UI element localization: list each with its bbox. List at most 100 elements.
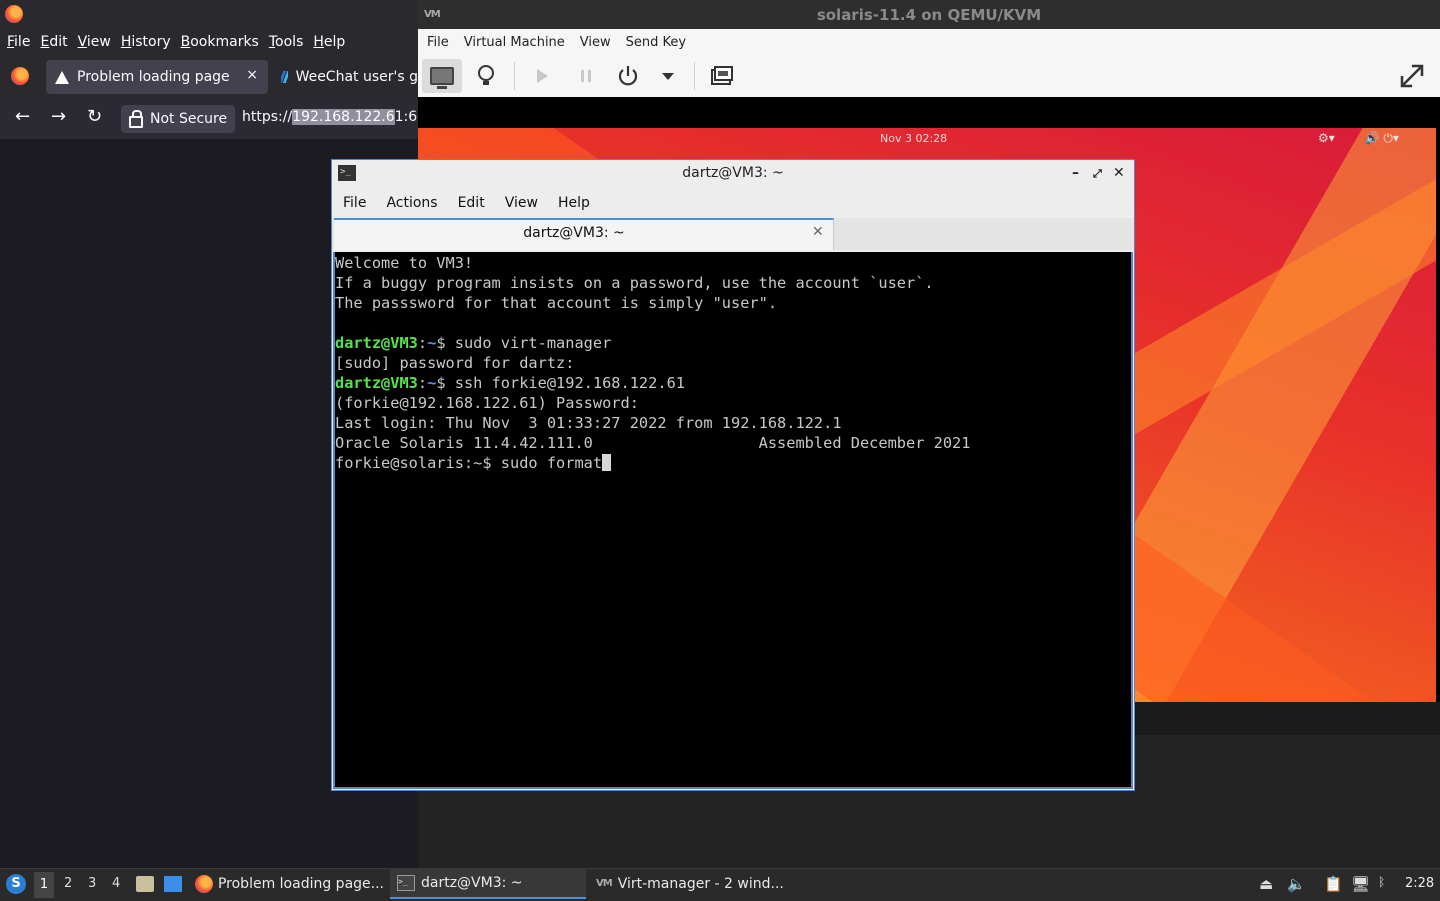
firefox-tab-problem-loading[interactable]: Problem loading page × [46,60,268,94]
vm-menu-file[interactable]: File [427,35,449,50]
tab-label: Problem loading page [77,69,230,85]
not-secure-label: Not Secure [150,111,228,127]
start-menu-icon[interactable]: S [6,874,26,894]
pause-icon [581,70,591,82]
task-firefox[interactable]: Problem loading page... [192,868,384,899]
vm-menu-view[interactable]: View [580,35,611,50]
tray-volume-icon[interactable]: 🔈 [1287,875,1306,893]
firefox-icon [195,874,213,893]
firefox-menubar: File Edit View History Bookmarks Tools H… [0,29,418,55]
terminal-line: Last login: Thu Nov 3 01:33:27 2022 from… [335,414,842,432]
terminal-menu-file[interactable]: File [343,195,366,211]
tray-clipboard-icon[interactable]: 📋 [1324,875,1343,893]
vm-menu-virtual-machine[interactable]: Virtual Machine [464,35,565,50]
prompt-separator: : [417,374,428,392]
guest-tray: ⚙▾ 🔊 ⏻▾ [1318,131,1399,146]
url-suffix: 1:6 [394,109,418,125]
terminal-command: $ ssh forkie@192.168.122.61 [436,374,685,392]
task-virt-manager[interactable]: VM Virt-manager - 2 wind... [592,868,792,899]
url-selected-text: 192.168.122.6 [292,109,395,125]
terminal-line: If a buggy program insists on a password… [335,274,934,292]
workspace-1[interactable]: 1 [34,872,54,898]
volume-icon[interactable]: 🔊 [1365,131,1380,145]
terminal-line: The passsword for that account is simply… [335,294,778,312]
back-button[interactable]: ← [15,106,30,127]
workspace-4[interactable]: 4 [112,876,120,891]
terminal-cursor [602,454,612,471]
terminal-tab-label: dartz@VM3: ~ [523,225,625,241]
terminal-menu-actions[interactable]: Actions [386,195,437,211]
tray-update-icon[interactable]: ⏏ [1259,875,1273,893]
maximize-button[interactable]: ⤢ [1093,167,1102,181]
power-icon[interactable]: ⏻▾ [1383,131,1399,145]
terminal-icon: >_ [397,874,415,891]
task-terminal[interactable]: >_ dartz@VM3: ~ [390,868,586,899]
virt-manager-title: solaris-11.4 on QEMU/KVM [816,6,1042,24]
guest-clock: Nov 3 02:28 [880,132,948,145]
virt-manager-icon: VM [596,878,613,889]
file-manager-icon[interactable] [136,876,154,892]
firefox-menu-tools[interactable]: Tools [268,34,305,50]
firefox-menu-edit[interactable]: Edit [39,34,68,50]
url-input[interactable]: https://192.168.122.61:6 [242,109,417,125]
accessibility-icon[interactable]: ⚙▾ [1318,131,1335,145]
close-button[interactable]: ✕ [1113,165,1125,181]
terminal-line: Welcome to VM3! [335,254,474,272]
fullscreen-icon [1400,64,1424,88]
prompt-separator: : [417,334,428,352]
toolbar-separator [694,62,695,90]
task-label: Problem loading page... [217,875,384,892]
terminal-menubar: File Actions Edit View Help [332,188,1134,218]
lock-icon [129,110,143,128]
workspace-2[interactable]: 2 [64,876,72,891]
prompt-user: dartz@VM3 [335,374,418,392]
tab-close-icon[interactable]: × [246,67,258,83]
firefox-view-icon[interactable] [11,67,29,85]
tray-bluetooth-icon[interactable]: ᛒ [1378,875,1385,889]
prompt-path: ~ [427,374,437,392]
firefox-menu-help[interactable]: Help [312,34,346,50]
firefox-menu-history[interactable]: History [120,34,172,50]
task-label: Virt-manager - 2 wind... [617,875,784,892]
terminal-menu-help[interactable]: Help [558,195,590,211]
firefox-titlebar[interactable] [0,0,418,29]
snapshot-icon [711,66,733,85]
taskbar-clock[interactable]: 2:28 [1405,876,1434,891]
firefox-menu-view[interactable]: View [77,34,112,50]
firefox-logo-icon [5,5,23,23]
prompt-user: dartz@VM3 [335,334,418,352]
pause-button[interactable] [566,59,606,93]
forward-button[interactable]: → [51,106,66,127]
toolbar-separator [514,62,515,90]
minimize-button[interactable]: – [1072,165,1079,181]
tray-network-icon[interactable]: 🖥 [1351,875,1370,893]
run-button[interactable] [522,59,562,93]
firefox-menu-bookmarks[interactable]: Bookmarks [180,34,260,50]
monitor-icon [430,67,454,89]
fullscreen-button[interactable] [1392,59,1432,93]
terminal-current-line: forkie@solaris:~$ sudo format [335,454,603,472]
details-button[interactable] [466,59,506,93]
tab-close-icon[interactable]: ✕ [812,224,824,240]
terminal-line: Oracle Solaris 11.4.42.111.0 Assembled D… [335,434,971,452]
site-security-button[interactable]: Not Secure [121,105,235,133]
warning-icon [55,70,69,84]
terminal-menu-view[interactable]: View [505,195,538,211]
terminal-command: $ sudo virt-manager [436,334,612,352]
console-button[interactable] [422,59,462,93]
terminal-line: (forkie@192.168.122.61) Password: [335,394,639,412]
shutdown-button[interactable] [608,59,648,93]
task-label: dartz@VM3: ~ [421,874,523,891]
weechat-icon [281,71,288,83]
shutdown-menu-button[interactable] [648,59,688,93]
show-desktop-icon[interactable] [164,876,182,892]
reload-button[interactable]: ↻ [87,106,102,127]
terminal-menu-edit[interactable]: Edit [458,195,485,211]
firefox-tab-weechat[interactable]: WeeChat user's g [278,60,418,94]
workspace-3[interactable]: 3 [88,876,96,891]
vm-menu-send-key[interactable]: Send Key [626,35,686,50]
terminal-line: [sudo] password for dartz: [335,354,575,372]
snapshots-button[interactable] [702,59,742,93]
firefox-menu-file[interactable]: File [6,34,31,50]
url-prefix: https:// [242,109,293,125]
